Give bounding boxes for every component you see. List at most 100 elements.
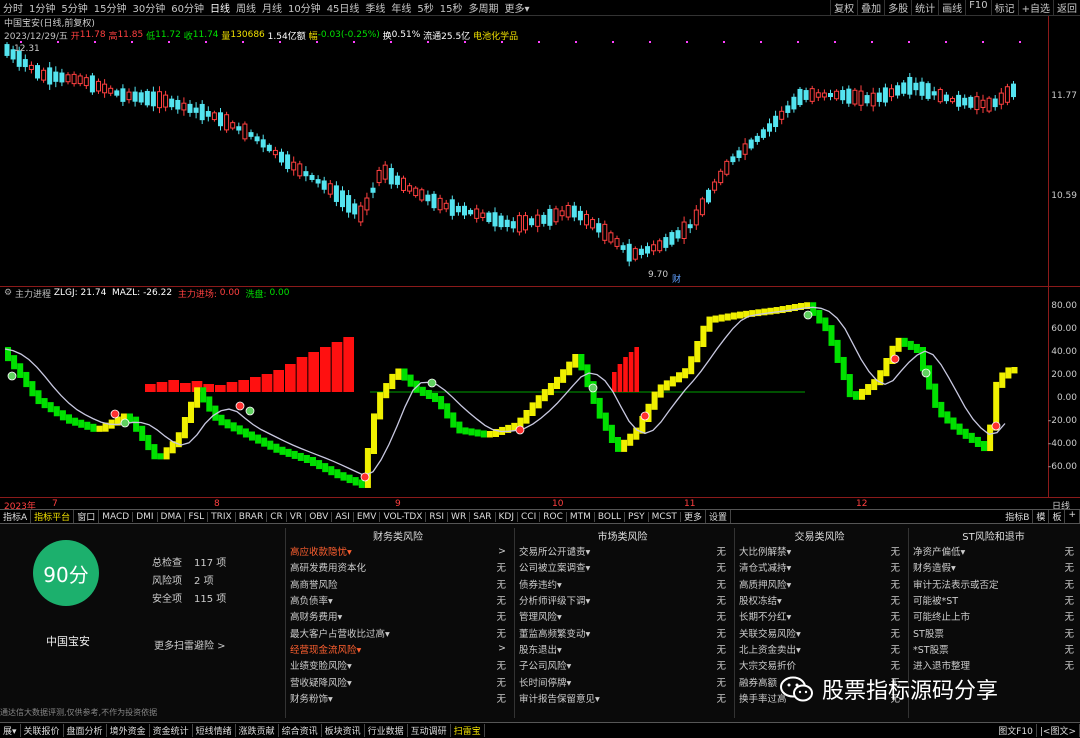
risk-row[interactable]: 高商誉风险 无: [286, 576, 510, 592]
period-tab[interactable]: 年线: [388, 0, 414, 15]
indicator-tab[interactable]: DMI: [133, 511, 158, 522]
risk-row[interactable]: 管理风险▾ 无: [515, 608, 730, 624]
indicator-tab[interactable]: DMA: [158, 511, 186, 522]
bottom-tab-right[interactable]: 图文F10: [995, 724, 1037, 737]
bottom-tab[interactable]: 资金统计: [150, 724, 193, 737]
bottom-tab[interactable]: 涨跌贡献: [236, 724, 279, 737]
risk-row[interactable]: 交易所公开谴责▾ 无: [515, 543, 730, 559]
period-tab[interactable]: 分时: [0, 0, 26, 15]
indicator-tab[interactable]: SAR: [470, 511, 496, 522]
indicator-tab[interactable]: ASI: [332, 511, 354, 522]
indicator-tab[interactable]: FSL: [185, 511, 209, 522]
indicator-tab-right[interactable]: 板: [1049, 510, 1066, 523]
period-tab[interactable]: 月线: [259, 0, 285, 15]
period-tab[interactable]: 60分钟: [168, 0, 207, 15]
indicator-settings-icon[interactable]: ⚙: [4, 288, 15, 298]
risk-row[interactable]: 高财务费用▾ 无: [286, 608, 510, 624]
bottom-tab[interactable]: 境外资金: [107, 724, 150, 737]
indicator-tab[interactable]: MACD: [99, 511, 134, 522]
indicator-tab[interactable]: 更多: [681, 510, 706, 523]
toolbar-button[interactable]: 画线: [938, 0, 965, 15]
risk-row[interactable]: 审计报告保留意见▾ 无: [515, 690, 730, 706]
risk-row[interactable]: 高质押风险▾ 无: [735, 576, 904, 592]
risk-row[interactable]: *ST股票 无: [909, 641, 1078, 657]
period-tab[interactable]: 季线: [362, 0, 388, 15]
indicator-tab[interactable]: 指标平台: [31, 510, 75, 523]
indicator-chart[interactable]: [0, 299, 1048, 497]
period-tab[interactable]: 15秒: [437, 0, 466, 15]
period-tab[interactable]: 1分钟: [26, 0, 58, 15]
indicator-tab[interactable]: WR: [448, 511, 471, 522]
risk-row[interactable]: 可能终止上市 无: [909, 608, 1078, 624]
indicator-tab[interactable]: CCI: [518, 511, 541, 522]
indicator-tab[interactable]: MTM: [567, 511, 595, 522]
risk-row[interactable]: 董监高频繁变动▾ 无: [515, 624, 730, 640]
indicator-tab[interactable]: 窗口: [74, 510, 100, 523]
indicator-tab[interactable]: OBV: [306, 511, 333, 522]
bottom-tab[interactable]: 短线情绪: [193, 724, 236, 737]
toolbar-button[interactable]: 复权: [830, 0, 857, 15]
risk-row[interactable]: 长期不分红▾ 无: [735, 608, 904, 624]
period-tab[interactable]: 日线: [206, 0, 233, 15]
risk-row[interactable]: 北上资金卖出▾ 无: [735, 641, 904, 657]
indicator-tab[interactable]: 设置: [706, 510, 731, 523]
period-tab[interactable]: 多周期: [466, 0, 502, 15]
indicator-tab-right[interactable]: 模: [1033, 510, 1050, 523]
bottom-tab[interactable]: 扫雷宝: [451, 724, 485, 737]
toolbar-button[interactable]: 叠加: [857, 0, 884, 15]
toolbar-button[interactable]: 多股: [884, 0, 911, 15]
indicator-tab[interactable]: VOL-TDX: [380, 511, 427, 522]
risk-row[interactable]: 审计无法表示或否定 无: [909, 576, 1078, 592]
period-tab[interactable]: 45日线: [324, 0, 363, 15]
risk-row[interactable]: 净资产偏低▾ 无: [909, 543, 1078, 559]
risk-row[interactable]: 业绩变脸风险▾ 无: [286, 657, 510, 673]
period-tab[interactable]: 周线: [233, 0, 259, 15]
bottom-tab-right[interactable]: |<图文>: [1037, 724, 1080, 737]
toolbar-button[interactable]: 标记: [990, 0, 1018, 15]
indicator-tab[interactable]: KDJ: [496, 511, 518, 522]
risk-row[interactable]: 分析师评级下调▾ 无: [515, 592, 730, 608]
period-tab[interactable]: 10分钟: [285, 0, 324, 15]
risk-row[interactable]: 关联交易风险▾ 无: [735, 624, 904, 640]
indicator-tab-right[interactable]: 指标B: [1002, 510, 1034, 523]
risk-row[interactable]: 股东退出▾ 无: [515, 641, 730, 657]
indicator-tab[interactable]: RSI: [426, 511, 449, 522]
risk-row[interactable]: 公司被立案调查▾ 无: [515, 559, 730, 575]
risk-row[interactable]: 清仓式减持▾ 无: [735, 559, 904, 575]
bottom-tab[interactable]: 关联报价: [21, 724, 64, 737]
indicator-tab[interactable]: CR: [267, 511, 287, 522]
candlestick-chart[interactable]: 12.31 9.70 财: [0, 40, 1048, 285]
indicator-tab[interactable]: ROC: [540, 511, 567, 522]
risk-row[interactable]: 高研发费用资本化 无: [286, 559, 510, 575]
period-tab[interactable]: 5分钟: [58, 0, 90, 15]
toolbar-button[interactable]: F10: [965, 0, 990, 15]
risk-row[interactable]: 大比例解禁▾ 无: [735, 543, 904, 559]
period-tab[interactable]: 15分钟: [91, 0, 130, 15]
risk-row[interactable]: 高负债率▾ 无: [286, 592, 510, 608]
bottom-tab[interactable]: 盘面分析: [64, 724, 107, 737]
toolbar-button[interactable]: 统计: [911, 0, 938, 15]
risk-row[interactable]: 财务造假▾ 无: [909, 559, 1078, 575]
risk-row[interactable]: 可能被*ST 无: [909, 592, 1078, 608]
indicator-tab[interactable]: EMV: [354, 511, 381, 522]
period-tab[interactable]: 更多▾: [502, 0, 533, 15]
risk-row[interactable]: 财务粉饰▾ 无: [286, 690, 510, 706]
toolbar-button[interactable]: +自选: [1017, 0, 1053, 15]
risk-row[interactable]: ST股票 无: [909, 624, 1078, 640]
indicator-tab[interactable]: BRAR: [236, 511, 268, 522]
bottom-tab[interactable]: 展▾: [0, 724, 21, 737]
risk-row[interactable]: 经营现金流风险▾ >: [286, 641, 510, 657]
toolbar-button[interactable]: 返回: [1053, 0, 1080, 15]
bottom-tab[interactable]: 互动调研: [408, 724, 451, 737]
risk-row[interactable]: 债券违约▾ 无: [515, 576, 730, 592]
indicator-tab[interactable]: PSY: [625, 511, 649, 522]
risk-row[interactable]: 营收疑降风险▾ 无: [286, 673, 510, 689]
risk-row[interactable]: 子公司风险▾ 无: [515, 657, 730, 673]
more-scan-link[interactable]: 更多扫雷避险 >: [154, 637, 226, 652]
risk-row[interactable]: 股权冻结▾ 无: [735, 592, 904, 608]
bottom-tab[interactable]: 板块资讯: [322, 724, 365, 737]
risk-row[interactable]: 长时间停牌▾ 无: [515, 673, 730, 689]
risk-row[interactable]: 高应收款隐忧▾ >: [286, 543, 510, 559]
period-tab[interactable]: 30分钟: [129, 0, 168, 15]
indicator-tab[interactable]: 指标A: [0, 510, 32, 523]
